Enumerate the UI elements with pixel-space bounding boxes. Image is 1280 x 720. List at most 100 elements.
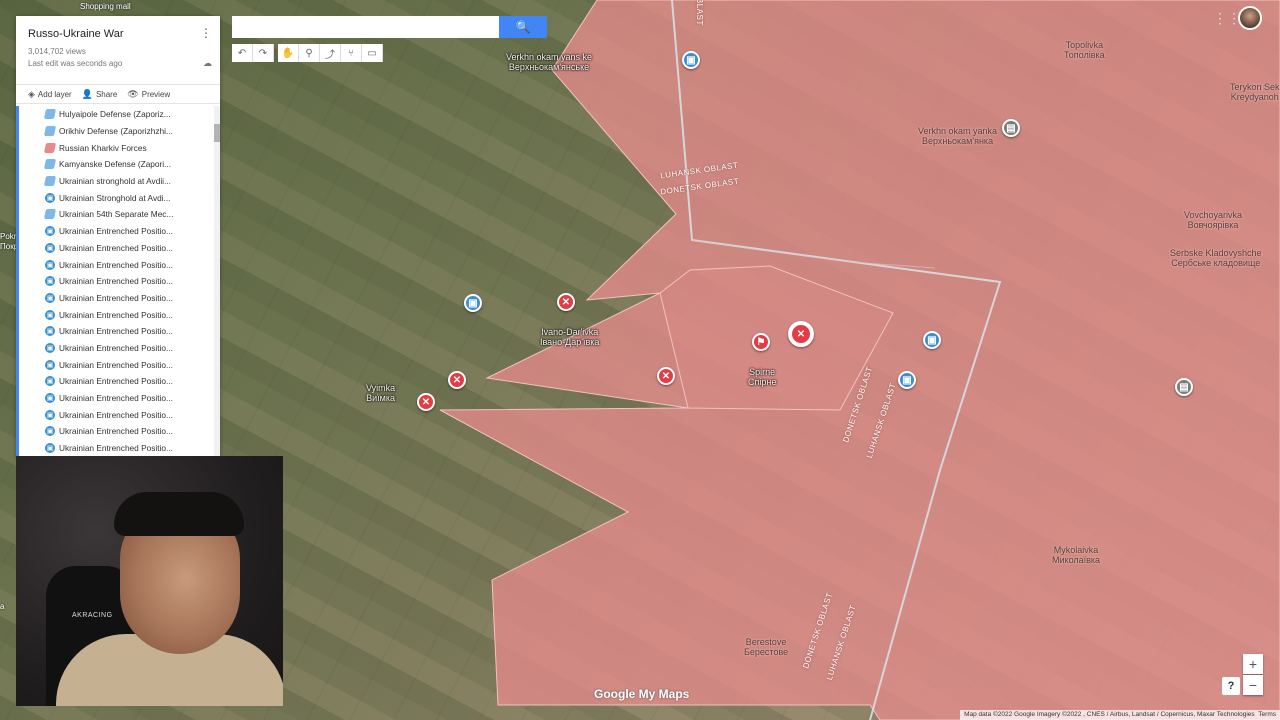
panel-scrollbar[interactable] bbox=[214, 106, 220, 456]
place-label: Terykon Sek Kreydyanoh bbox=[1230, 82, 1280, 102]
place-label: Serbske Kladovyshche Сербське кладовище bbox=[1170, 248, 1262, 268]
battle-marker-selected[interactable]: ✕ bbox=[788, 321, 814, 347]
layer-item[interactable]: ▣ Ukrainian Entrenched Positio... bbox=[19, 290, 212, 307]
place-label: Vovchoyarivka Вовчоярівка bbox=[1184, 210, 1243, 230]
ukrainian-position-marker[interactable]: ▣ bbox=[923, 331, 941, 349]
place-label: Topolivka Тополівка bbox=[1064, 40, 1105, 60]
avatar[interactable] bbox=[1238, 6, 1262, 30]
help-button[interactable]: ? bbox=[1222, 677, 1240, 695]
layer-item-label: Ukrainian 54th Separate Mec... bbox=[59, 209, 174, 220]
fortification-icon: ▣ bbox=[45, 326, 55, 337]
fortification-icon: ▣ bbox=[45, 359, 55, 370]
add-layer-button[interactable]: ◈ Add layer bbox=[28, 89, 72, 100]
map-toolbar: ↶ ↷ ✋ ⚲ ⤴ ⑂ ▭ bbox=[232, 44, 383, 62]
battle-marker[interactable]: ✕ bbox=[417, 393, 435, 411]
ukrainian-position-marker[interactable]: ▣ bbox=[898, 371, 916, 389]
place-label: Verkhn okam yans ke Верхньокам'янське bbox=[506, 52, 593, 72]
chair-brand-text: AKRACING bbox=[72, 612, 113, 619]
layer-item-label: Ukrainian Entrenched Positio... bbox=[59, 409, 173, 420]
place-label: Berestove Берестове bbox=[744, 637, 789, 657]
draw-line-icon[interactable]: ⤴ bbox=[320, 44, 341, 62]
map-label-edge: a bbox=[0, 602, 5, 611]
fortification-icon: ▣ bbox=[45, 443, 55, 454]
layer-item-label: Ukrainian Entrenched Positio... bbox=[59, 342, 173, 353]
layer-item-label: Ukrainian Entrenched Positio... bbox=[59, 276, 173, 287]
ukrainian-position-marker[interactable]: ▣ bbox=[464, 294, 482, 312]
fortification-icon: ▣ bbox=[45, 393, 55, 404]
map-title[interactable]: Russo-Ukraine War bbox=[28, 28, 124, 40]
fortification-icon: ▣ bbox=[45, 409, 55, 420]
undo-icon[interactable]: ↶ bbox=[232, 44, 253, 62]
hand-icon[interactable]: ✋ bbox=[278, 44, 299, 62]
layer-item-label: Ukrainian Entrenched Positio... bbox=[59, 443, 173, 454]
layer-item-label: Ukrainian Entrenched Positio... bbox=[59, 242, 173, 253]
layer-items-list: Hulyaipole Defense (Zaporiz... Orikhiv De… bbox=[16, 106, 212, 456]
route-icon[interactable]: ⑂ bbox=[341, 44, 362, 62]
layer-item[interactable]: ▣ Ukrainian Entrenched Positio... bbox=[19, 356, 212, 373]
layer-item[interactable]: ▣ Ukrainian Entrenched Positio... bbox=[19, 240, 212, 257]
layer-item[interactable]: ▣ Ukrainian Entrenched Positio... bbox=[19, 323, 212, 340]
layer-item[interactable]: ▣ Ukrainian Entrenched Positio... bbox=[19, 273, 212, 290]
layer-item[interactable]: ▣ Ukrainian Entrenched Positio... bbox=[19, 406, 212, 423]
layer-item-label: Ukrainian Entrenched Positio... bbox=[59, 292, 173, 303]
layer-item[interactable]: ▣ Ukrainian Entrenched Positio... bbox=[19, 256, 212, 273]
battle-marker[interactable]: ✕ bbox=[448, 371, 466, 389]
scrollbar-thumb[interactable] bbox=[214, 124, 220, 142]
polygon-icon bbox=[43, 142, 57, 153]
layer-item-label: Kamyanske Defense (Zapori... bbox=[59, 159, 172, 170]
fortification-icon: ▣ bbox=[45, 309, 55, 320]
fortification-icon: ▣ bbox=[45, 192, 55, 203]
search-icon: 🔍 bbox=[515, 20, 531, 34]
layer-item-label: Ukrainian Entrenched Positio... bbox=[59, 309, 173, 320]
layer-item[interactable]: ▣ Ukrainian Entrenched Positio... bbox=[19, 440, 212, 456]
search-button[interactable]: 🔍 bbox=[499, 16, 547, 38]
zoom-out-button[interactable]: − bbox=[1243, 675, 1263, 695]
fortification-icon: ▣ bbox=[45, 242, 55, 253]
ukrainian-position-marker[interactable]: ▣ bbox=[682, 51, 700, 69]
google-my-maps-logo: Google My Maps bbox=[594, 687, 690, 701]
building-marker[interactable]: ▤ bbox=[1175, 378, 1193, 396]
preview-button[interactable]: 👁 Preview bbox=[127, 89, 170, 100]
presenter-hair bbox=[114, 492, 244, 536]
place-label: Verkhn okam yanka Верхньокам'янка bbox=[918, 126, 998, 146]
fortification-icon: ▣ bbox=[45, 226, 55, 237]
map-attribution: Map data ©2022 Google Imagery ©2022 , CN… bbox=[960, 710, 1280, 720]
layer-item[interactable]: ▣ Ukrainian Stronghold at Avdi... bbox=[19, 189, 212, 206]
fortification-icon: ▣ bbox=[45, 376, 55, 387]
battle-marker[interactable]: ✕ bbox=[557, 293, 575, 311]
layer-item[interactable]: Ukrainian stronghold at Avdii... bbox=[19, 173, 212, 190]
building-marker[interactable]: ▤ bbox=[1002, 119, 1020, 137]
flag-marker[interactable]: ⚑ bbox=[752, 333, 770, 351]
layer-item[interactable]: ▣ Ukrainian Entrenched Positio... bbox=[19, 373, 212, 390]
layer-item[interactable]: Russian Kharkiv Forces bbox=[19, 139, 212, 156]
last-edit-status: Last edit was seconds ago bbox=[28, 59, 123, 68]
webcam-overlay: AKRACING bbox=[16, 456, 283, 706]
battle-marker[interactable]: ✕ bbox=[657, 367, 675, 385]
add-person-icon: 👤 bbox=[81, 88, 93, 99]
zoom-in-button[interactable]: + bbox=[1243, 654, 1263, 674]
layer-item-label: Ukrainian Entrenched Positio... bbox=[59, 393, 173, 404]
marker-icon[interactable]: ⚲ bbox=[299, 44, 320, 62]
layer-item[interactable]: ▣ Ukrainian Entrenched Positio... bbox=[19, 340, 212, 357]
redo-icon[interactable]: ↷ bbox=[253, 44, 274, 62]
layer-item-label: Russian Kharkiv Forces bbox=[59, 142, 147, 153]
layer-item[interactable]: Kamyanske Defense (Zapori... bbox=[19, 156, 212, 173]
place-label: Ivano-Dar'ivka Івано-Дар'ївка bbox=[540, 327, 600, 347]
share-button[interactable]: 👤 Share bbox=[82, 89, 118, 100]
layer-item[interactable]: ▣ Ukrainian Entrenched Positio... bbox=[19, 390, 212, 407]
layer-item[interactable]: Orikhiv Defense (Zaporizhzhi... bbox=[19, 123, 212, 140]
more-options-icon[interactable]: ⋮ bbox=[200, 26, 212, 40]
ruler-icon[interactable]: ▭ bbox=[362, 44, 383, 62]
polygon-icon bbox=[43, 209, 57, 220]
search-input[interactable] bbox=[232, 16, 499, 38]
layer-item[interactable]: ▣ Ukrainian Entrenched Positio... bbox=[19, 423, 212, 440]
oblast-label-top: OBLAST bbox=[694, 0, 704, 26]
place-label: Mykolaivka Миколаївка bbox=[1052, 545, 1101, 565]
layer-item[interactable]: Ukrainian 54th Separate Mec... bbox=[19, 206, 212, 223]
layer-item[interactable]: ▣ Ukrainian Entrenched Positio... bbox=[19, 223, 212, 240]
layer-item[interactable]: ▣ Ukrainian Entrenched Positio... bbox=[19, 306, 212, 323]
fortification-icon: ▣ bbox=[45, 426, 55, 437]
polygon-icon bbox=[43, 109, 57, 120]
layer-item[interactable]: Hulyaipole Defense (Zaporiz... bbox=[19, 106, 212, 123]
terms-link[interactable]: Terms bbox=[1258, 711, 1276, 718]
